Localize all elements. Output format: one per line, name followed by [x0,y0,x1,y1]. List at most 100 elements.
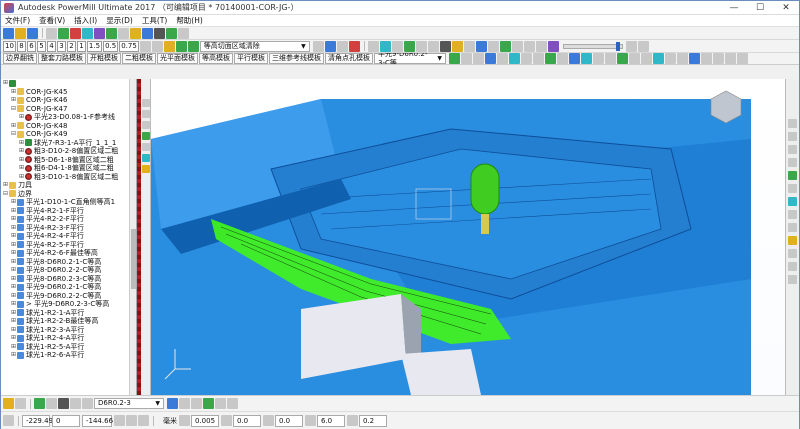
tree-row[interactable]: ⊞ 刀具 [1,181,136,190]
toolpath-merge-icon[interactable] [533,53,544,64]
tool-number-button[interactable]: 5 [36,40,46,52]
verify-icon[interactable] [130,27,141,39]
template-tab[interactable]: 平行模板 [234,53,268,64]
toolpath-grey4-icon[interactable] [677,53,688,64]
toolpath-display-icon[interactable] [175,40,187,52]
tree-row[interactable]: ⊞ COR-JG-K45 [1,88,136,97]
tree-row[interactable]: ⊞ 粗3-D10-2-8偏置区域二粗 [1,147,136,156]
right-more2-icon[interactable] [788,262,797,271]
highlight-icon[interactable] [451,40,463,52]
menu-display[interactable]: 显示(D) [106,15,133,26]
toolpath-stats-icon[interactable] [557,53,568,64]
template-tab[interactable]: 光平面模板 [157,53,198,64]
tree-row[interactable]: ⊞ 平光9-D6R0.2-2-C等高 [1,292,136,301]
tool-shank-icon[interactable] [58,398,69,409]
view-front-icon[interactable] [151,40,163,52]
plane-icon[interactable] [637,40,649,52]
tree-row[interactable]: ⊟ 边界 [1,190,136,199]
corner-radius-field[interactable]: 0.2 [359,414,387,427]
side-cyan-icon[interactable] [141,154,150,162]
template-tab[interactable]: 边界翻铣 [3,53,37,64]
axial-thickness-field[interactable]: 0.0 [275,414,303,427]
pan-icon[interactable] [427,40,439,52]
boundary-display-icon[interactable] [187,40,199,52]
template-tab[interactable]: 二粗模板 [122,53,156,64]
tree-row[interactable]: ⊞ COR-JG-K48 [1,122,136,131]
template-tab[interactable]: 三维参考线模板 [269,53,324,64]
tree-row[interactable]: ⊞ [1,79,136,88]
section-icon[interactable] [463,40,475,52]
tool-edit-icon[interactable] [82,398,93,409]
slider-handle[interactable] [615,41,620,51]
tool-grey-icon[interactable] [179,398,190,409]
snap-icon[interactable] [138,415,149,426]
tree-row[interactable]: ⊞ 粗5-D6-1-8偏置区域二粗 [1,156,136,165]
rotate-icon[interactable] [391,40,403,52]
tree-row[interactable]: ⊞ 球光1-R2-2-B最佳等高 [1,317,136,326]
toolpath-blue2-icon[interactable] [689,53,700,64]
tool-holder-icon[interactable] [46,398,57,409]
rapid-move-icon[interactable] [82,27,93,39]
scrollbar-thumb[interactable] [131,229,136,289]
x-coordinate[interactable]: -229.49 [22,414,53,427]
tree-row[interactable]: ⊞ 粗3-D10-1-8偏置区域二粗 [1,173,136,182]
tolerance-field[interactable]: 0.005 [191,414,219,427]
calculate-icon[interactable] [118,27,129,39]
view-top-icon[interactable] [139,40,151,52]
tree-row[interactable]: ⊞ 平光4-R2-5-F平行 [1,241,136,250]
workplane-icon[interactable] [114,415,125,426]
measure-icon[interactable] [367,40,379,52]
shading-icon[interactable] [163,40,175,52]
template-tab[interactable]: 等高模板 [199,53,233,64]
tool-list-icon[interactable] [70,398,81,409]
tree-row[interactable]: ⊞ 平光8-D6R0.2-1-C等高 [1,258,136,267]
side-pan-icon[interactable] [141,143,150,151]
tool-number-button[interactable]: 8 [16,40,26,52]
strategy-combo[interactable]: 等高切面区域清除 ▼ [199,40,310,52]
diameter-field[interactable]: 6.0 [317,414,345,427]
toolpath-grey3-icon[interactable] [665,53,676,64]
toolpath-more-icon[interactable] [593,53,604,64]
tool-number-button[interactable]: 0.75 [119,40,139,52]
tree-row[interactable]: ⊞ 球光1-R2-1-A平行 [1,309,136,318]
right-wire-icon[interactable] [788,184,797,193]
model-view[interactable] [151,79,751,395]
toolpath-grey2-icon[interactable] [641,53,652,64]
right-zoom-icon[interactable] [788,210,797,219]
tool-number-button[interactable]: 1.5 [86,40,103,52]
grid-icon[interactable] [126,415,137,426]
template-tab[interactable]: 清角点孔模板 [325,53,373,64]
toolpath-reorder-icon[interactable] [497,53,508,64]
right-fit-icon[interactable] [788,223,797,232]
new-project-icon[interactable] [3,27,14,39]
tree-row[interactable]: ⊞ 平光8-D6R0.2-2-C等高 [1,266,136,275]
tree-row[interactable]: ⊞ 球光1-R2-3-A平行 [1,326,136,335]
template-tab[interactable]: 整套刀路模板 [38,53,86,64]
toolpath-grey-icon[interactable] [629,53,640,64]
tool-number-button[interactable]: 10 [3,40,16,52]
right-layer-icon[interactable] [788,236,797,245]
tree-row[interactable]: ⊞ 球光1-R2-6-A平行 [1,351,136,360]
toolpath-more2-icon[interactable] [605,53,616,64]
toolpath-green-icon[interactable] [617,53,628,64]
toolpath-activate-icon[interactable] [449,53,460,64]
close-button[interactable]: ✕ [773,1,799,15]
right-view-side-icon[interactable] [788,158,797,167]
toolpath-cyan2-icon[interactable] [653,53,664,64]
side-green-icon[interactable] [141,132,150,140]
tool-number-button[interactable]: 4 [46,40,56,52]
toolpath-limit-icon[interactable] [509,53,520,64]
tree-row[interactable]: ⊞ COR-JG-K46 [1,96,136,105]
tree-row[interactable]: ⊞ 平光4-R2-1-F平行 [1,207,136,216]
block-icon[interactable] [58,27,69,39]
info-icon[interactable] [511,40,523,52]
menu-help[interactable]: 帮助(H) [176,15,203,26]
tool-icon[interactable] [70,27,81,39]
toolpath-leads-icon[interactable] [473,53,484,64]
feed-rate-icon[interactable] [154,27,165,39]
tree-row[interactable]: ⊞ 平光9-D6R0.2-1-C等高 [1,283,136,292]
tool-number-button[interactable]: 2 [66,40,76,52]
toolpath-blue-icon[interactable] [569,53,580,64]
side-rotate-icon[interactable] [141,110,150,118]
options-icon[interactable] [535,40,547,52]
